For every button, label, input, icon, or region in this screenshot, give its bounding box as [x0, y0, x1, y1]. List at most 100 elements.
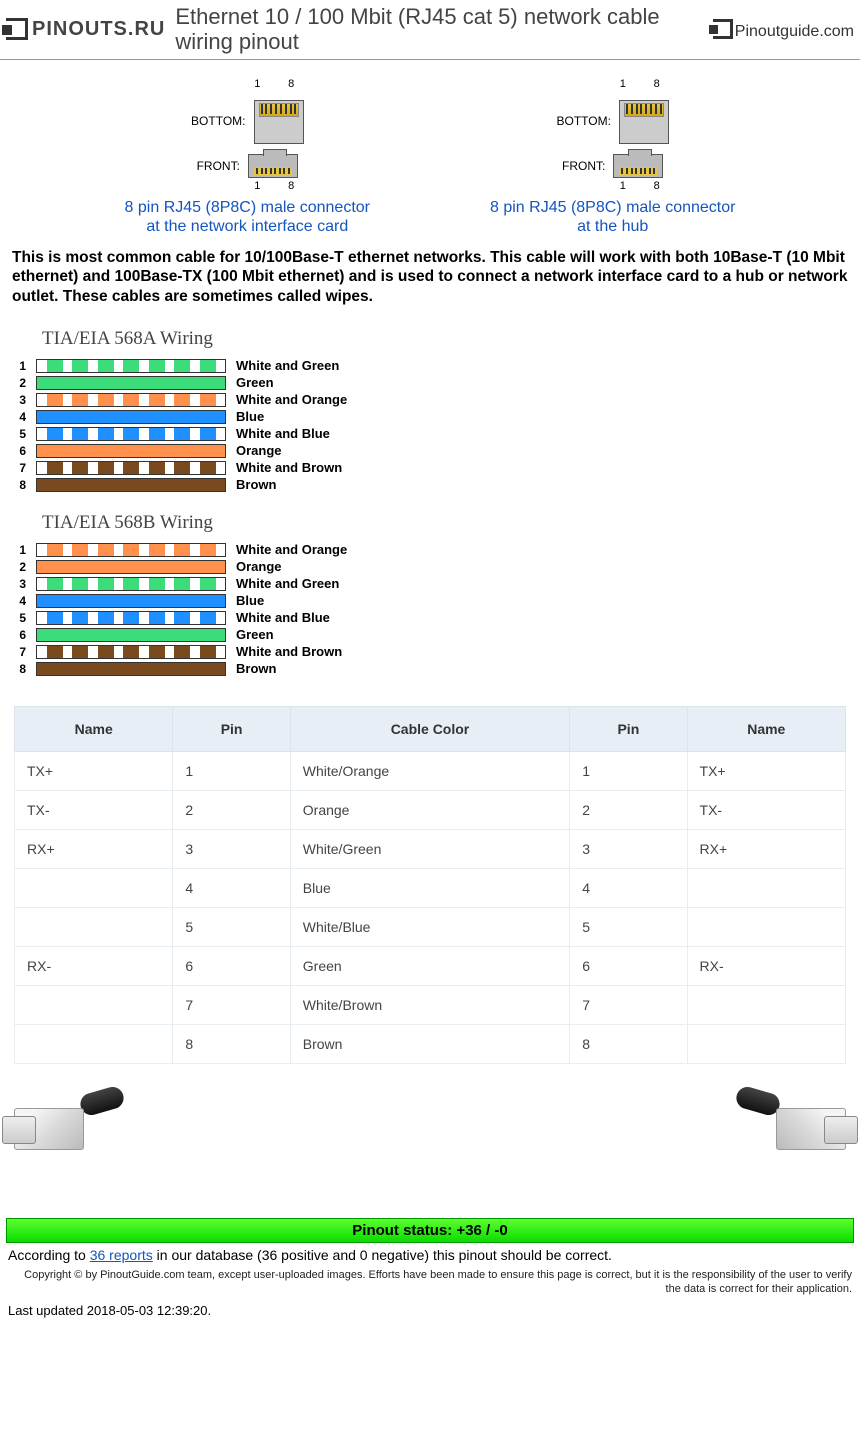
reports-link[interactable]: 36 reports: [90, 1247, 153, 1263]
table-row: 7White/Brown7: [15, 986, 846, 1025]
table-row: 8Brown8: [15, 1025, 846, 1064]
wire-pin-number: 3: [12, 393, 26, 407]
front-label: FRONT:: [197, 159, 240, 173]
wire-pin-number: 1: [12, 543, 26, 557]
wire-label: Orange: [236, 559, 282, 574]
table-cell: TX-: [15, 791, 173, 830]
table-cell: White/Blue: [290, 908, 569, 947]
wire-label: White and Blue: [236, 610, 330, 625]
table-cell: RX+: [687, 830, 845, 869]
rj45-bottom-icon: [254, 100, 304, 144]
pinout-table: NamePinCable ColorPinName TX+1White/Oran…: [14, 706, 846, 1064]
connector-left-link[interactable]: 8 pin RJ45 (8P8C) male connector at the …: [125, 198, 370, 236]
table-cell: Brown: [290, 1025, 569, 1064]
table-header: Cable Color: [290, 707, 569, 752]
table-cell: 1: [173, 752, 290, 791]
wire-pin-number: 4: [12, 410, 26, 424]
wire-pin-number: 7: [12, 645, 26, 659]
wire-row: 5 White and Blue: [12, 610, 848, 625]
wire-color-bar: [36, 577, 226, 591]
rj45-photo-left: [14, 1090, 104, 1154]
table-cell: 5: [173, 908, 290, 947]
table-cell: White/Green: [290, 830, 569, 869]
wire-label: Green: [236, 375, 274, 390]
wire-color-bar: [36, 376, 226, 390]
table-row: RX-6Green6RX-: [15, 947, 846, 986]
table-header: Name: [687, 707, 845, 752]
table-cell: Green: [290, 947, 569, 986]
wiring-568a: TIA/EIA 568A Wiring 1White and Green2Gre…: [0, 314, 860, 498]
wire-row: 3 White and Orange: [12, 392, 848, 407]
wire-row: 3 White and Green: [12, 576, 848, 591]
intro-text: This is most common cable for 10/100Base…: [0, 244, 860, 314]
wire-pin-number: 3: [12, 577, 26, 591]
connector-right: 18 BOTTOM: FRONT: 18 8 pin RJ45 (8P8C) m…: [490, 78, 735, 236]
wire-pin-number: 2: [12, 376, 26, 390]
bottom-label: BOTTOM:: [557, 114, 611, 128]
page-header: PINOUTS.RU Ethernet 10 / 100 Mbit (RJ45 …: [0, 0, 860, 60]
wire-label: White and Brown: [236, 460, 342, 475]
wire-label: White and Green: [236, 576, 339, 591]
table-cell: [687, 1025, 845, 1064]
logo-left[interactable]: PINOUTS.RU: [6, 18, 165, 41]
wire-row: 4 Blue: [12, 409, 848, 424]
wire-row: 2Orange: [12, 559, 848, 574]
wire-color-bar: [36, 427, 226, 441]
table-cell: TX+: [15, 752, 173, 791]
wire-pin-number: 1: [12, 359, 26, 373]
wire-row: 2 Green: [12, 375, 848, 390]
wire-color-bar: [36, 560, 226, 574]
wire-pin-number: 4: [12, 594, 26, 608]
table-cell: RX-: [687, 947, 845, 986]
connector-right-link[interactable]: 8 pin RJ45 (8P8C) male connector at the …: [490, 198, 735, 236]
table-row: RX+3White/Green3RX+: [15, 830, 846, 869]
status-text: According to 36 reports in our database …: [0, 1245, 860, 1267]
wire-pin-number: 5: [12, 611, 26, 625]
wire-label: White and Orange: [236, 542, 347, 557]
wire-pin-number: 5: [12, 427, 26, 441]
table-cell: 1: [570, 752, 687, 791]
wire-pin-number: 6: [12, 444, 26, 458]
wire-row: 6Green: [12, 627, 848, 642]
logo-right[interactable]: Pinoutguide.com: [713, 16, 854, 42]
table-cell: Blue: [290, 869, 569, 908]
table-cell: White/Brown: [290, 986, 569, 1025]
wire-label: Brown: [236, 477, 276, 492]
wire-color-bar: [36, 662, 226, 676]
wiring-568b-title: TIA/EIA 568B Wiring: [42, 512, 848, 534]
wire-label: White and Blue: [236, 426, 330, 441]
table-cell: 6: [570, 947, 687, 986]
table-row: TX+1White/Orange1TX+: [15, 752, 846, 791]
table-cell: 8: [173, 1025, 290, 1064]
pinout-icon: [6, 18, 28, 40]
wire-label: White and Brown: [236, 644, 342, 659]
wire-pin-number: 8: [12, 662, 26, 676]
rj45-bottom-icon: [619, 100, 669, 144]
table-row: 4Blue4: [15, 869, 846, 908]
wire-label: Brown: [236, 661, 276, 676]
page-title: Ethernet 10 / 100 Mbit (RJ45 cat 5) netw…: [175, 4, 712, 55]
wire-color-bar: [36, 594, 226, 608]
bottom-connector-photos: [0, 1084, 860, 1158]
table-cell: 5: [570, 908, 687, 947]
pinout-status-bar: Pinout status: +36 / -0: [6, 1218, 854, 1243]
wire-label: Blue: [236, 409, 264, 424]
wire-label: White and Orange: [236, 392, 347, 407]
connector-diagrams: 18 BOTTOM: FRONT: 18 8 pin RJ45 (8P8C) m…: [0, 78, 860, 236]
pinout-icon: [713, 19, 733, 39]
wire-label: Blue: [236, 593, 264, 608]
table-row: 5White/Blue5: [15, 908, 846, 947]
table-cell: Orange: [290, 791, 569, 830]
table-header: Name: [15, 707, 173, 752]
wire-label: White and Green: [236, 358, 339, 373]
table-cell: 7: [173, 986, 290, 1025]
table-cell: 7: [570, 986, 687, 1025]
rj45-front-icon: [248, 154, 298, 178]
wire-color-bar: [36, 543, 226, 557]
table-cell: TX+: [687, 752, 845, 791]
logo-left-text: PINOUTS.RU: [32, 18, 165, 41]
wire-row: 5 White and Blue: [12, 426, 848, 441]
table-header: Pin: [173, 707, 290, 752]
table-cell: RX+: [15, 830, 173, 869]
wire-color-bar: [36, 410, 226, 424]
